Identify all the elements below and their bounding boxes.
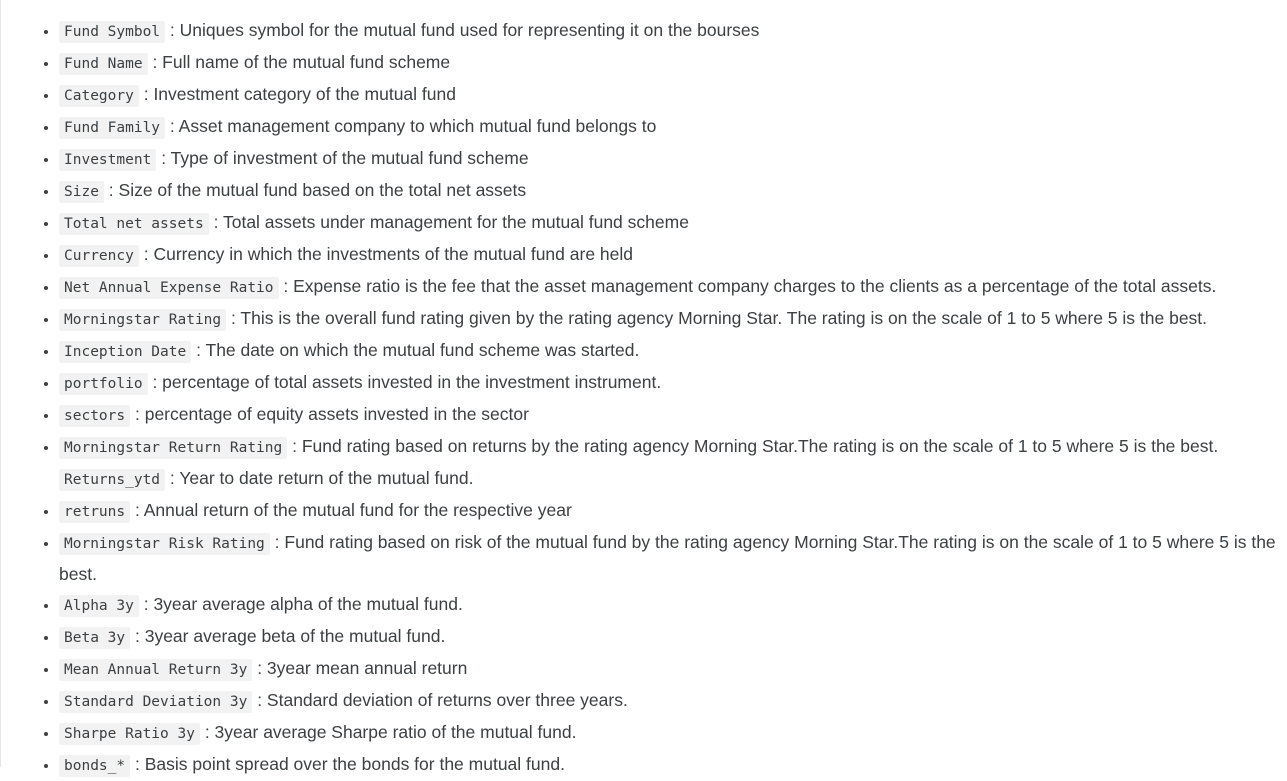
field-description: : Expense ratio is the fee that the asse… xyxy=(283,276,1217,296)
field-code: Currency xyxy=(59,245,139,267)
field-code: Morningstar Rating xyxy=(59,309,227,331)
list-item: Morningstar Return Rating : Fund rating … xyxy=(59,431,1283,495)
field-description: : 3year mean annual return xyxy=(257,658,468,678)
left-border xyxy=(0,0,1,767)
list-item: Size : Size of the mutual fund based on … xyxy=(59,175,1283,207)
field-code: Morningstar Risk Rating xyxy=(59,533,270,555)
field-description: : Currency in which the investments of t… xyxy=(143,244,634,264)
list-item: bonds_* : Basis point spread over the bo… xyxy=(59,749,1283,781)
field-description: : 3year average Sharpe ratio of the mutu… xyxy=(204,722,577,742)
list-item: Sharpe Ratio 3y : 3year average Sharpe r… xyxy=(59,717,1283,749)
field-code: bonds_* xyxy=(59,755,131,777)
field-description: : Investment category of the mutual fund xyxy=(143,84,456,104)
list-item: Investment : Type of investment of the m… xyxy=(59,143,1283,175)
field-code: Size xyxy=(59,181,104,203)
field-code: Alpha 3y xyxy=(59,595,139,617)
field-code: Sharpe Ratio 3y xyxy=(59,723,200,745)
field-code: Investment xyxy=(59,149,157,171)
field-code: Standard Deviation 3y xyxy=(59,691,253,713)
list-item: Inception Date : The date on which the m… xyxy=(59,335,1283,367)
field-description: : Full name of the mutual fund scheme xyxy=(152,52,451,72)
list-item: Standard Deviation 3y : Standard deviati… xyxy=(59,685,1283,717)
field-code: retruns xyxy=(59,501,131,523)
field-code: Total net assets xyxy=(59,213,209,235)
list-item: Currency : Currency in which the investm… xyxy=(59,239,1283,271)
list-item: Mean Annual Return 3y : 3year mean annua… xyxy=(59,653,1283,685)
field-code: Beta 3y xyxy=(59,627,131,649)
field-code: Inception Date xyxy=(59,341,192,363)
list-item: Fund Symbol : Uniques symbol for the mut… xyxy=(59,15,1283,47)
list-item: Net Annual Expense Ratio : Expense ratio… xyxy=(59,271,1283,303)
field-description: : Year to date return of the mutual fund… xyxy=(169,468,474,488)
field-description: : The date on which the mutual fund sche… xyxy=(196,340,640,360)
list-item: Alpha 3y : 3year average alpha of the mu… xyxy=(59,589,1283,621)
field-code: Fund Name xyxy=(59,53,148,75)
field-description: : percentage of total assets invested in… xyxy=(152,372,662,392)
field-description: : percentage of equity assets invested i… xyxy=(134,404,529,424)
list-item: sectors : percentage of equity assets in… xyxy=(59,399,1283,431)
field-code: portfolio xyxy=(59,373,148,395)
field-code: Mean Annual Return 3y xyxy=(59,659,253,681)
field-description: : Type of investment of the mutual fund … xyxy=(161,148,529,168)
list-item: Total net assets : Total assets under ma… xyxy=(59,207,1283,239)
list-item: Morningstar Risk Rating : Fund rating ba… xyxy=(59,527,1283,589)
field-code: sectors xyxy=(59,405,131,427)
field-description: : 3year average alpha of the mutual fund… xyxy=(143,594,463,614)
field-description: : Total assets under management for the … xyxy=(213,212,689,232)
field-description: : Annual return of the mutual fund for t… xyxy=(134,500,572,520)
field-code: Morningstar Return Rating xyxy=(59,437,288,459)
list-item: retruns : Annual return of the mutual fu… xyxy=(59,495,1283,527)
field-description: : Size of the mutual fund based on the t… xyxy=(108,180,527,200)
field-description: : 3year average beta of the mutual fund. xyxy=(134,626,446,646)
list-item: Category : Investment category of the mu… xyxy=(59,79,1283,111)
field-code: Category xyxy=(59,85,139,107)
field-description: : Asset management company to which mutu… xyxy=(169,116,657,136)
field-code: Net Annual Expense Ratio xyxy=(59,277,279,299)
field-description: : This is the overall fund rating given … xyxy=(231,308,1208,328)
list-item: portfolio : percentage of total assets i… xyxy=(59,367,1283,399)
list-item: Fund Family : Asset management company t… xyxy=(59,111,1283,143)
list-item: Beta 3y : 3year average beta of the mutu… xyxy=(59,621,1283,653)
field-code: Fund Symbol xyxy=(59,21,166,43)
list-item: Morningstar Rating : This is the overall… xyxy=(59,303,1283,335)
field-code: Returns_ytd xyxy=(59,469,166,491)
field-description: : Standard deviation of returns over thr… xyxy=(257,690,628,710)
list-item: Fund Name : Full name of the mutual fund… xyxy=(59,47,1283,79)
field-description: : Basis point spread over the bonds for … xyxy=(134,754,565,774)
field-description-list: Fund Symbol : Uniques symbol for the mut… xyxy=(0,0,1283,781)
field-code: Fund Family xyxy=(59,117,166,139)
field-description: : Fund rating based on returns by the ra… xyxy=(292,436,1219,456)
field-description: : Uniques symbol for the mutual fund use… xyxy=(169,20,760,40)
